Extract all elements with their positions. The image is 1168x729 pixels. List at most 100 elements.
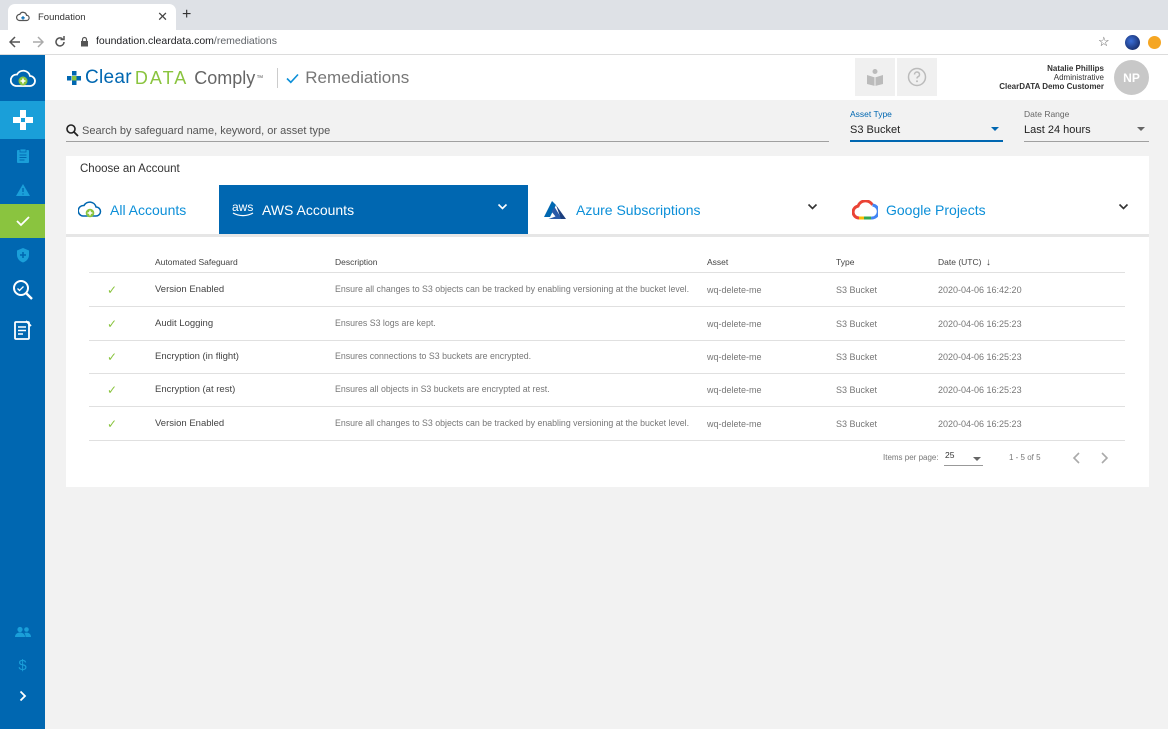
table-row[interactable]: ✓ Version Enabled Ensure all changes to … [89, 273, 1125, 307]
check-icon [15, 216, 30, 227]
tab-aws-accounts-label: AWS Accounts [262, 201, 355, 218]
asset-name: wq-delete-me [707, 284, 762, 295]
forward-arrow-icon[interactable] [32, 35, 44, 49]
asset-type-label: Asset Type [850, 109, 892, 119]
table-header: Automated Safeguard Description Asset Ty… [89, 251, 1125, 273]
cloud-favicon-icon [16, 11, 30, 22]
search-input[interactable]: Search by safeguard name, keyword, or as… [82, 125, 330, 137]
new-tab-icon[interactable]: + [182, 7, 191, 23]
asset-type: S3 Bucket [836, 418, 878, 429]
sidebar-item-remediations[interactable] [0, 204, 45, 238]
shield-plus-icon [16, 248, 29, 263]
user-customer: ClearDATA Demo Customer [999, 82, 1104, 91]
safeguard-description: Ensure all changes to S3 objects can be … [335, 417, 690, 428]
bookmark-star-icon[interactable]: ☆ [1098, 34, 1110, 50]
close-tab-icon[interactable]: ✕ [157, 9, 168, 25]
clipboard-icon [16, 148, 29, 163]
trademark: ™ [256, 74, 264, 82]
address-bar[interactable]: foundation.cleardata.com/remediations [80, 35, 277, 47]
azure-logo-icon [542, 200, 568, 220]
remediations-table: Automated Safeguard Description Asset Ty… [66, 237, 1149, 487]
brand-clear: Clear [85, 67, 132, 88]
sidebar-item-users[interactable] [0, 615, 45, 649]
column-header-safeguard[interactable]: Automated Safeguard [155, 257, 238, 267]
table-row[interactable]: ✓ Encryption (in flight) Ensures connect… [89, 340, 1125, 374]
reload-icon[interactable] [54, 35, 66, 49]
app-header: Clear DATA Comply ™ Remediations Natalie… [45, 55, 1168, 100]
search-field[interactable]: Search by safeguard name, keyword, or as… [66, 120, 829, 142]
table-row[interactable]: ✓ Version Enabled Ensure all changes to … [89, 407, 1125, 441]
date-range-select[interactable]: Date Range Last 24 hours [1024, 109, 1149, 142]
tab-google-projects[interactable]: Google Projects [838, 185, 1149, 234]
lock-icon [81, 36, 88, 46]
column-header-date-label: Date (UTC) [938, 257, 982, 267]
tab-azure-subscriptions[interactable]: Azure Subscriptions [528, 185, 838, 234]
asset-name: wq-delete-me [707, 418, 762, 429]
account-chooser-title: Choose an Account [80, 163, 180, 175]
sidebar-item-billing[interactable]: $ [0, 648, 45, 682]
date-utc: 2020-04-06 16:42:20 [938, 284, 1022, 295]
safeguard-name: Version Enabled [155, 284, 225, 295]
chevron-down-icon [807, 203, 818, 210]
back-arrow-icon[interactable] [9, 35, 21, 49]
chevron-down-icon [1118, 203, 1129, 210]
safeguard-description: Ensures S3 logs are kept. [335, 317, 436, 328]
cleardata-logo-icon [67, 71, 81, 85]
date-utc: 2020-04-06 16:25:23 [938, 351, 1022, 362]
column-header-date[interactable]: Date (UTC) ↓ [938, 257, 991, 268]
user-info[interactable]: Natalie Phillips Administrative ClearDAT… [999, 64, 1104, 91]
asset-type: S3 Bucket [836, 384, 878, 395]
safeguard-description: Ensures all objects in S3 buckets are en… [335, 383, 550, 394]
safeguard-name: Encryption (at rest) [155, 384, 236, 395]
cloud-plus-icon [9, 69, 36, 87]
safeguard-name: Version Enabled [155, 418, 225, 429]
tab-aws-accounts[interactable]: aws AWS Accounts [219, 185, 528, 234]
brand-comply: Comply [194, 67, 256, 88]
check-icon: ✓ [107, 282, 118, 297]
tab-all-accounts[interactable]: All Accounts [66, 185, 219, 234]
asset-type: S3 Bucket [836, 351, 878, 362]
sidebar-item-reports[interactable] [0, 139, 45, 173]
sidebar-logo[interactable] [0, 59, 45, 99]
previous-page-icon[interactable] [1072, 451, 1081, 465]
table-row[interactable]: ✓ Encryption (at rest) Ensures all objec… [89, 373, 1125, 407]
user-name: Natalie Phillips [1047, 64, 1104, 73]
browser-toolbar: foundation.cleardata.com/remediations ☆ [0, 30, 1168, 55]
safeguard-description: Ensure all changes to S3 objects can be … [335, 283, 690, 294]
items-per-page-select[interactable]: 25 [944, 450, 983, 466]
caret-down-icon [1137, 127, 1145, 131]
url-host: foundation.cleardata.com [96, 35, 214, 47]
docs-button[interactable] [855, 58, 895, 96]
chevron-right-icon [19, 690, 26, 702]
pagination-range: 1 - 5 of 5 [1009, 453, 1041, 462]
sidebar-item-scan[interactable] [0, 273, 45, 307]
extension-badge-icon[interactable] [1148, 36, 1161, 49]
page-title-text: Remediations [305, 68, 410, 87]
table-row[interactable]: ✓ Audit Logging Ensures S3 logs are kept… [89, 307, 1125, 341]
check-icon: ✓ [107, 349, 118, 364]
tab-all-accounts-label: All Accounts [110, 201, 187, 218]
help-icon [907, 67, 927, 87]
safeguard-name: Audit Logging [155, 318, 214, 329]
items-per-page-value: 25 [945, 450, 955, 460]
column-header-asset[interactable]: Asset [707, 257, 728, 267]
sidebar-item-alerts[interactable] [0, 173, 45, 207]
sidebar-item-audit[interactable] [0, 313, 45, 347]
asset-type-select[interactable]: Asset Type S3 Bucket [850, 109, 1003, 142]
page-title: Remediations [286, 68, 409, 88]
avatar[interactable]: NP [1114, 60, 1149, 95]
medical-cross-icon [12, 110, 33, 130]
browser-tab-title: Foundation [38, 11, 86, 23]
extension-icon[interactable] [1125, 35, 1140, 50]
help-button[interactable] [897, 58, 937, 96]
search-icon [66, 124, 79, 137]
browser-tab[interactable]: Foundation ✕ [8, 4, 176, 30]
column-header-type[interactable]: Type [836, 257, 854, 267]
column-header-description[interactable]: Description [335, 257, 378, 267]
sidebar-item-safeguards[interactable] [0, 238, 45, 272]
next-page-icon[interactable] [1100, 451, 1109, 465]
sidebar-item-home[interactable] [0, 101, 45, 139]
items-per-page-label: Items per page: [883, 453, 939, 462]
sidebar-expand-button[interactable] [0, 679, 45, 713]
users-icon [14, 626, 31, 637]
